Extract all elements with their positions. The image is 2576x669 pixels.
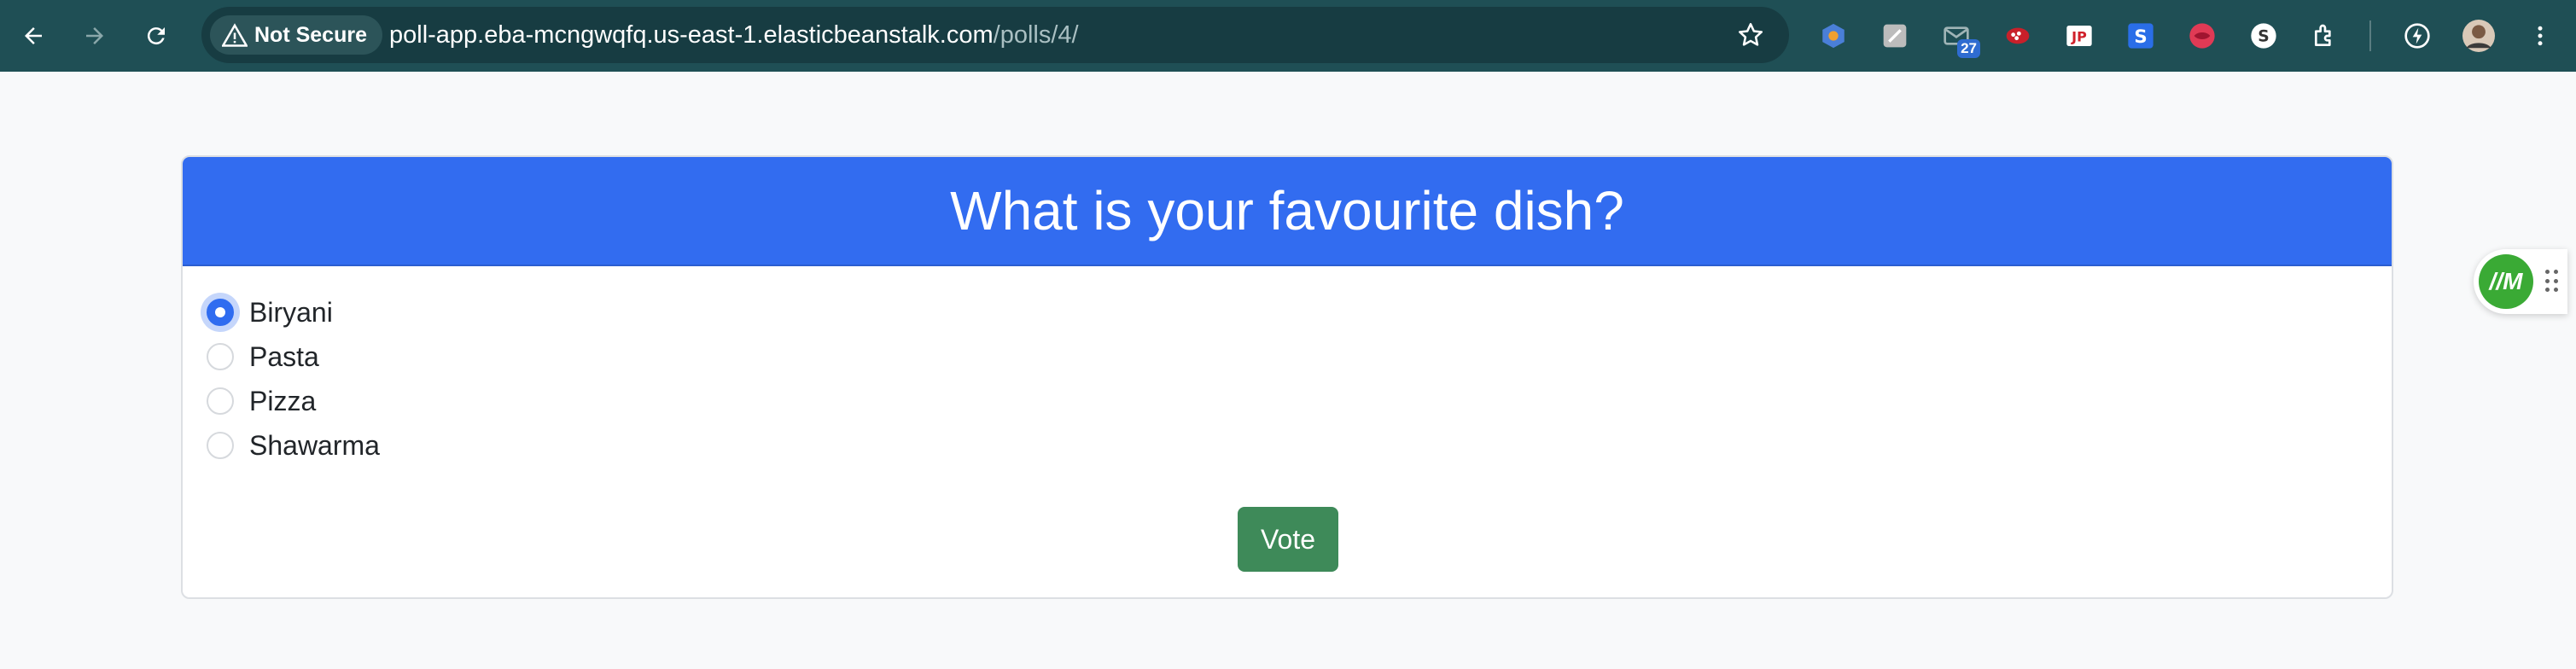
lightning-icon[interactable] [2398, 17, 2436, 55]
reload-button[interactable] [135, 15, 178, 57]
choice-shawarma[interactable]: Shawarma [207, 423, 380, 468]
url-path: /polls/4/ [993, 21, 1079, 49]
security-indicator[interactable]: Not Secure [210, 15, 382, 55]
jf-icon[interactable]: JP [2060, 17, 2098, 55]
card-header: What is your favourite dish? [183, 157, 2392, 266]
poll-card: What is your favourite dish? Biryani Pas… [181, 155, 2393, 599]
reload-icon [147, 27, 165, 45]
arrow-right-icon [86, 27, 103, 44]
choice-label: Pasta [249, 340, 319, 372]
choice-label: Biryani [249, 296, 333, 328]
url-host: poll-app.eba-mcngwqfq.us-east-1.elasticb… [389, 21, 994, 49]
hexagon-icon[interactable] [1815, 17, 1852, 55]
url-text[interactable]: poll-app.eba-mcngwqfq.us-east-1.elasticb… [389, 7, 1079, 63]
lips-icon[interactable] [2183, 17, 2221, 55]
star-icon[interactable] [1736, 20, 1765, 49]
choice-biryani[interactable]: Biryani [207, 290, 380, 334]
choice-label: Shawarma [249, 429, 380, 461]
mail-badge: 27 [1957, 39, 1980, 58]
radio-button-checked[interactable] [207, 299, 234, 326]
back-button[interactable] [12, 15, 55, 57]
widget-logo[interactable]: //M [2479, 254, 2533, 309]
menu-icon[interactable] [2521, 17, 2559, 55]
poll-question: What is your favourite dish? [950, 180, 1624, 241]
radio-button[interactable] [207, 387, 234, 415]
choice-pasta[interactable]: Pasta [207, 334, 380, 379]
toolbar-divider [2369, 20, 2371, 51]
arrow-left-icon [25, 27, 42, 44]
drag-handle-icon[interactable] [2545, 270, 2559, 294]
browser-toolbar: Not Secure poll-app.eba-mcngwqfq.us-east… [0, 0, 2576, 72]
address-bar[interactable]: Not Secure poll-app.eba-mcngwqfq.us-east… [201, 7, 1789, 63]
forward-button[interactable] [73, 15, 116, 57]
s-icon[interactable]: S [2122, 17, 2159, 55]
floating-widget[interactable]: //M [2474, 249, 2567, 314]
vote-button[interactable]: Vote [1238, 507, 1338, 572]
choice-list: Biryani Pasta Pizza Shawarma [207, 290, 380, 468]
svg-text:S: S [2134, 26, 2147, 48]
mail-icon[interactable]: 27 [1938, 17, 1980, 58]
puzzle-icon[interactable] [2306, 17, 2344, 55]
choice-pizza[interactable]: Pizza [207, 379, 380, 423]
radio-button[interactable] [207, 432, 234, 459]
note-icon[interactable] [1876, 17, 1914, 55]
choice-label: Pizza [249, 385, 317, 416]
dots-icon[interactable] [1999, 17, 2037, 55]
svg-text:JP: JP [2071, 29, 2087, 45]
warning-icon [222, 23, 248, 47]
svg-text:S: S [2258, 28, 2269, 46]
avatar[interactable] [2460, 17, 2497, 55]
radio-button[interactable] [207, 343, 234, 370]
security-label: Not Secure [254, 22, 367, 47]
s-circle-icon[interactable]: S [2245, 17, 2282, 55]
